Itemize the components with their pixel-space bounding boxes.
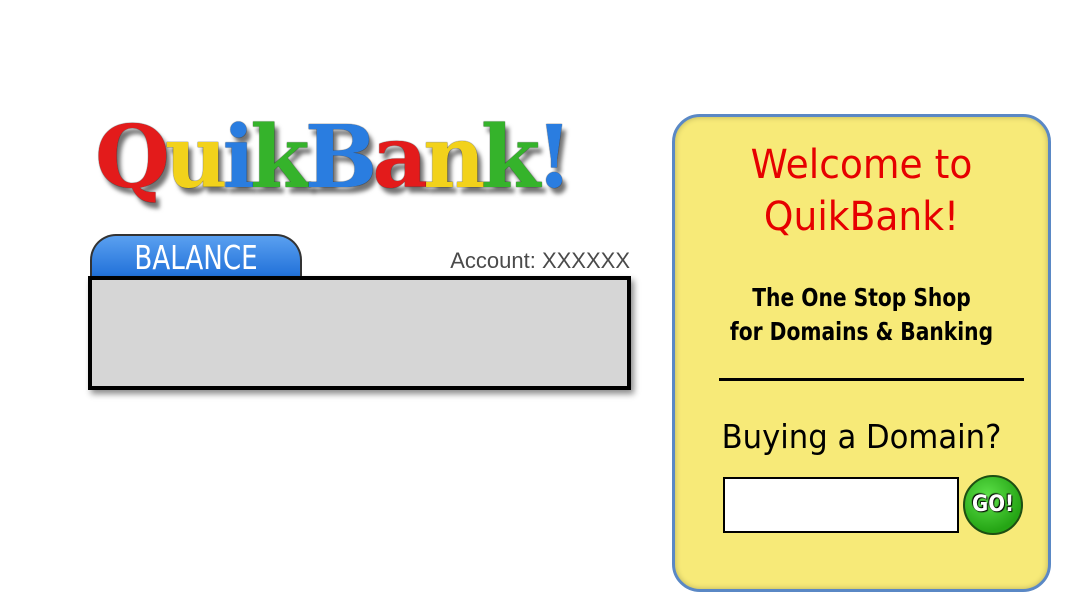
logo-letter: ! [535,107,573,208]
balance-display [88,276,631,390]
tagline: The One Stop Shop for Domains & Banking [694,281,1030,349]
logo-letter: i [222,107,255,208]
balance-tab-label: BALANCE [134,238,258,277]
tagline-line1: The One Stop Shop [752,283,971,312]
welcome-title-line2: QuikBank! [763,194,960,240]
domain-heading: Buying a Domain? [721,417,1002,456]
domain-search-input[interactable] [723,477,959,533]
logo-letter: k [480,107,541,208]
welcome-title-line1: Welcome to [750,142,973,188]
balance-tab[interactable]: BALANCE [90,234,302,278]
account-number-label: Account: XXXXXX [450,248,630,273]
go-button[interactable]: GO! [963,475,1023,535]
logo-letter: n [423,107,485,208]
tagline-line2: for Domains & Banking [729,317,994,346]
logo-letter: u [164,107,227,208]
logo-letter: Q [95,107,170,208]
logo-letter: B [304,107,378,208]
welcome-title: Welcome to QuikBank! [686,139,1037,243]
divider [719,378,1024,381]
logo-letter: k [250,107,310,208]
logo-letter: a [372,107,428,208]
quikbank-logo: QuikBank! [95,112,620,204]
welcome-panel: Welcome to QuikBank! The One Stop Shop f… [672,114,1051,592]
